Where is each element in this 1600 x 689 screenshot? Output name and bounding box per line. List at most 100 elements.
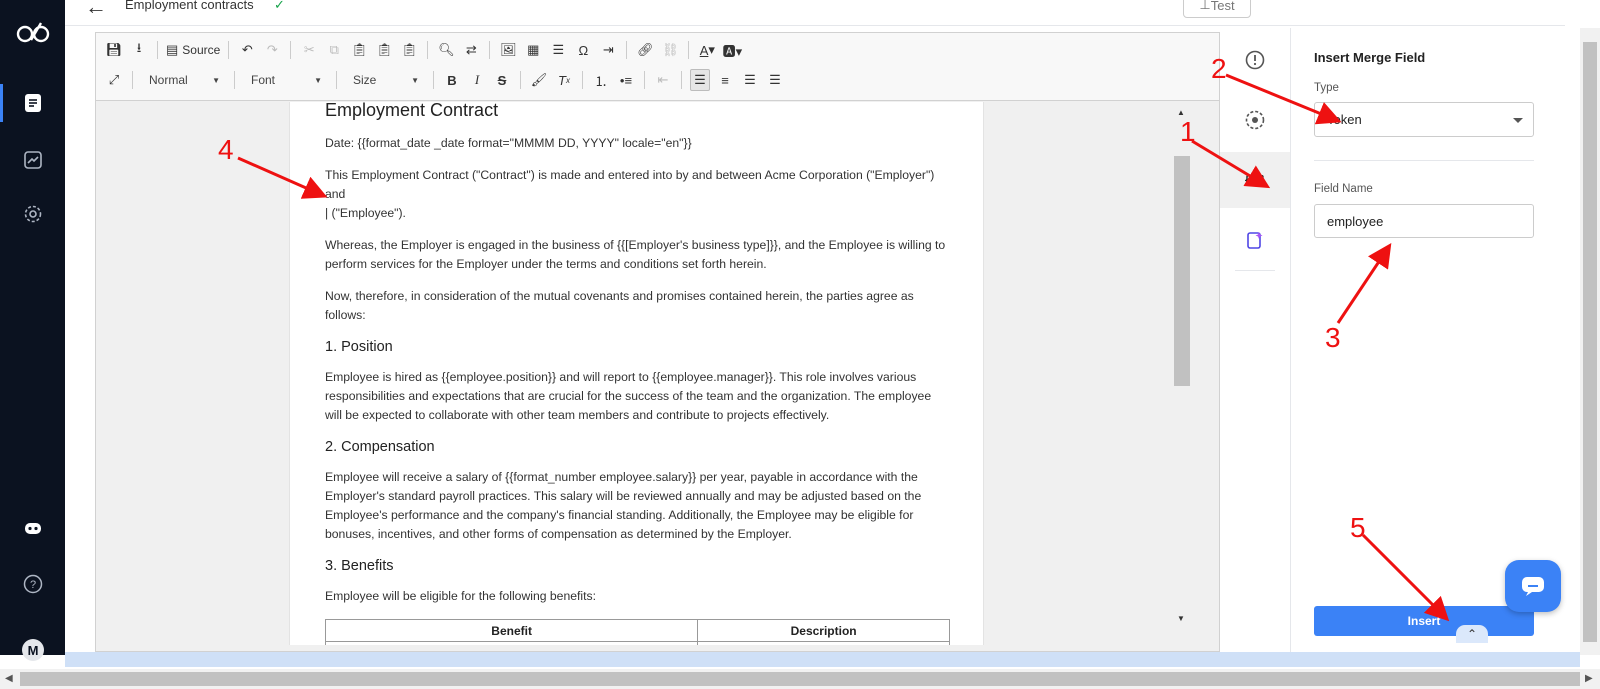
editor-toolbar: 💾︎ ⭳ ▤ Source ↶ ↷ ✂ ⧉ 📋︎ 📋︎ 📋︎ 🔍︎ ⇄ 🖼︎ ▦ …	[96, 33, 1219, 101]
undo-icon[interactable]: ↶	[237, 39, 257, 61]
horizontal-scrollbar-thumb[interactable]	[20, 672, 1580, 686]
scroll-down-icon[interactable]: ▼	[1177, 614, 1185, 623]
scroll-right-icon[interactable]: ▶	[1585, 673, 1593, 684]
toolbar-separator	[228, 41, 230, 59]
bold-icon[interactable]: B	[442, 69, 462, 91]
redo-icon[interactable]: ↷	[262, 39, 282, 61]
find-icon[interactable]: 🔍︎	[436, 39, 456, 61]
toolbar-separator	[688, 41, 690, 59]
align-center-icon[interactable]: ≡	[715, 69, 735, 91]
curly-braces-icon: {{ }}	[1244, 174, 1266, 186]
copy-icon[interactable]: ⧉	[324, 39, 344, 61]
collapse-chevron-up-icon[interactable]: ⌃	[1456, 625, 1488, 643]
documents-icon[interactable]	[20, 90, 46, 116]
settings-icon[interactable]	[20, 201, 46, 227]
toolbar-row-1: 💾︎ ⭳ ▤ Source ↶ ↷ ✂ ⧉ 📋︎ 📋︎ 📋︎ 🔍︎ ⇄ 🖼︎ ▦ …	[104, 39, 742, 61]
copy-format-icon[interactable]: 🖌︎	[529, 69, 549, 91]
format-select[interactable]: Normal ▼	[141, 69, 226, 91]
chevron-down-icon	[1513, 118, 1523, 123]
annotation-label-5: 5	[1350, 512, 1366, 543]
section-3-body: Employee will be eligible for the follow…	[325, 589, 596, 603]
source-button[interactable]: ▤ Source	[166, 39, 220, 61]
help-icon[interactable]: ?	[20, 571, 46, 597]
analytics-icon[interactable]	[20, 147, 46, 173]
intro-line-1: This Employment Contract ("Contract") is…	[325, 168, 935, 201]
align-justify-icon[interactable]: ☰	[765, 69, 785, 91]
saved-check-icon: ✓	[274, 0, 285, 12]
align-right-icon[interactable]: ☰	[740, 69, 760, 91]
italic-icon[interactable]: I	[467, 69, 487, 91]
paste-word-icon[interactable]: 📋︎	[399, 39, 419, 61]
link-icon[interactable]: 🔗︎	[635, 39, 655, 61]
svg-text:?: ?	[30, 579, 36, 591]
align-left-icon[interactable]: ☰	[690, 69, 710, 91]
bot-icon[interactable]	[20, 515, 46, 541]
horizontal-line-icon[interactable]: ☰	[548, 39, 568, 61]
info-tool-button[interactable]	[1230, 32, 1280, 88]
bottom-status-bar	[65, 652, 1580, 667]
type-select[interactable]: Token	[1314, 102, 1534, 137]
source-label: Source	[182, 43, 221, 57]
numbered-list-icon[interactable]: ⒈	[591, 69, 611, 91]
chat-support-button[interactable]	[1505, 560, 1561, 612]
save-icon[interactable]: 💾︎	[104, 39, 124, 61]
page-horizontal-scrollbar[interactable]: ◀ ▶	[0, 669, 1600, 689]
text-color-icon[interactable]: A ▾	[697, 39, 717, 61]
unlink-icon[interactable]: ⛓	[660, 39, 680, 61]
scroll-left-icon[interactable]: ◀	[5, 673, 13, 684]
target-icon	[1245, 110, 1265, 130]
panel-title: Insert Merge Field	[1314, 50, 1426, 65]
editor-status-bar	[95, 645, 1220, 652]
background-color-icon[interactable]: 🅰︎▾	[722, 39, 743, 61]
top-header: ← Employment contracts ✓ ⊥ Test	[65, 0, 1565, 26]
outdent-icon[interactable]: ⇤	[653, 69, 673, 91]
paste-text-icon[interactable]: 📋︎	[374, 39, 394, 61]
toolbar-separator	[290, 41, 292, 59]
section-1-body: Employee is hired as {{employee.position…	[325, 370, 932, 422]
table-header-description: Description	[697, 619, 950, 642]
editor-scrollbar-thumb[interactable]	[1174, 156, 1190, 386]
bulleted-list-icon[interactable]: •≡	[616, 69, 636, 91]
ai-tool-button[interactable]	[1230, 212, 1280, 268]
paste-icon[interactable]: 📋︎	[349, 39, 369, 61]
editor-scrollbar[interactable]: ▲ ▼	[1171, 102, 1193, 632]
toolbar-separator	[644, 71, 645, 89]
intro-line-2: | ("Employee").	[325, 206, 406, 220]
maximize-icon[interactable]: ⤢	[104, 69, 124, 91]
chat-icon	[1522, 577, 1544, 596]
document-heading: Employment Contract	[325, 102, 499, 120]
merge-field-tool-button[interactable]: {{ }}	[1220, 152, 1290, 208]
user-avatar[interactable]: M	[22, 639, 44, 661]
app-logo-icon[interactable]	[15, 20, 51, 51]
toolbar-separator	[433, 71, 434, 89]
test-icon: ⊥	[1199, 0, 1211, 12]
table-icon[interactable]: ▦	[523, 39, 543, 61]
section-2-body: Employee will receive a salary of {{form…	[325, 470, 922, 541]
toolbar-separator	[582, 71, 583, 89]
remove-format-icon[interactable]: Tx	[554, 69, 574, 91]
section-1-heading: 1. Position	[325, 339, 393, 355]
intro-paragraph: This Employment Contract ("Contract") is…	[325, 166, 948, 223]
font-select[interactable]: Font ▼	[243, 69, 328, 91]
annotation-label-2: 2	[1211, 53, 1227, 84]
document-page[interactable]: Employment Contract Date: {{format_date …	[289, 102, 984, 651]
replace-icon[interactable]: ⇄	[461, 39, 481, 61]
page-vertical-scrollbar[interactable]	[1580, 28, 1600, 655]
special-char-icon[interactable]: Ω	[573, 39, 593, 61]
cut-icon[interactable]: ✂	[299, 39, 319, 61]
target-tool-button[interactable]	[1230, 92, 1280, 148]
alert-icon	[1245, 50, 1265, 70]
insert-button[interactable]: Insert	[1314, 606, 1534, 636]
image-icon[interactable]: 🖼︎	[498, 39, 518, 61]
size-select[interactable]: Size ▼	[345, 69, 425, 91]
page-break-icon[interactable]: ⇥	[598, 39, 618, 61]
editor-page-area[interactable]: Employment Contract Date: {{format_date …	[96, 102, 1196, 651]
back-arrow-icon[interactable]: ←	[85, 0, 107, 20]
date-line: Date: {{format_date _date format="MMMM D…	[325, 136, 692, 150]
nav-active-indicator	[0, 84, 3, 122]
field-name-input[interactable]: employee	[1314, 204, 1534, 238]
test-button[interactable]: ⊥ Test	[1183, 0, 1251, 18]
strikethrough-icon[interactable]: S	[492, 69, 512, 91]
download-icon[interactable]: ⭳	[129, 39, 149, 61]
page-scrollbar-thumb[interactable]	[1583, 42, 1597, 642]
